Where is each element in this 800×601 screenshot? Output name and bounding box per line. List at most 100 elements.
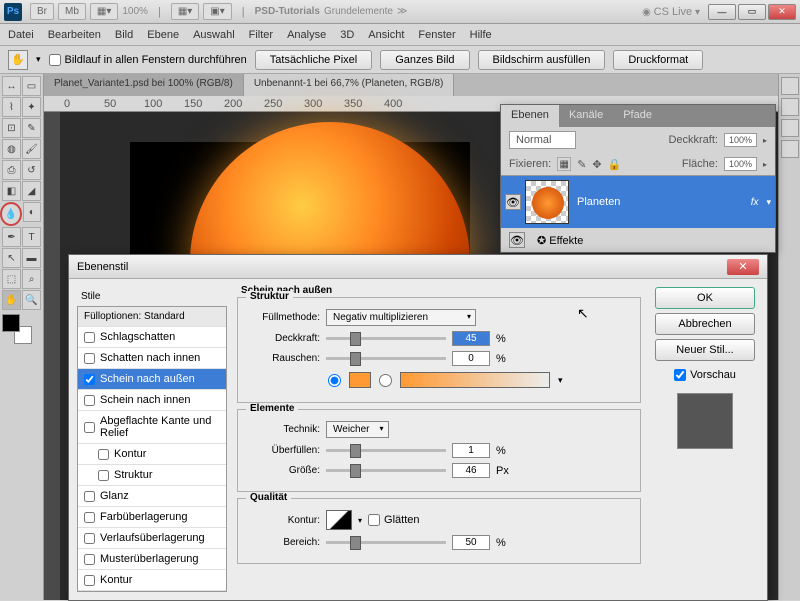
scroll-all-checkbox[interactable]: Bildlauf in allen Fenstern durchführen	[49, 54, 247, 66]
style-verlauf[interactable]: Verlaufsüberlagerung	[78, 528, 226, 549]
history-tool[interactable]: ↺	[22, 160, 41, 180]
blur-tool[interactable]: 💧	[0, 202, 22, 226]
eraser-tool[interactable]: ◧	[2, 181, 21, 201]
style-schlagschatten[interactable]: Schlagschatten	[78, 327, 226, 348]
layer-effects[interactable]: 👁 ✪ Effekte	[501, 228, 775, 252]
size-slider[interactable]	[326, 469, 446, 472]
panel-icon-3[interactable]	[781, 119, 799, 137]
actual-pixels-btn[interactable]: Tatsächliche Pixel	[255, 50, 372, 70]
size-input[interactable]: 46	[452, 463, 490, 478]
layout-btn[interactable]: ▦▾	[90, 3, 118, 20]
lock-trans-icon[interactable]: ▦	[557, 157, 571, 171]
lock-brush-icon[interactable]: ✎	[577, 158, 586, 171]
blend-mode-dropdown[interactable]: Negativ multiplizieren	[326, 309, 476, 326]
menu-hilfe[interactable]: Hilfe	[470, 29, 492, 41]
fx-indicator[interactable]: fx	[751, 197, 759, 208]
lock-all-icon[interactable]: 🔒	[608, 158, 622, 171]
antialias-checkbox[interactable]: Glätten	[368, 514, 419, 526]
gradient-tool[interactable]: ◢	[22, 181, 41, 201]
gradient-swatch[interactable]	[400, 372, 550, 388]
opacity-value[interactable]: 100%	[724, 133, 757, 147]
hand-tool-icon[interactable]: ✋	[8, 50, 28, 70]
menu-datei[interactable]: Datei	[8, 29, 34, 41]
menu-auswahl[interactable]: Auswahl	[193, 29, 235, 41]
spread-slider[interactable]	[326, 449, 446, 452]
style-bevel[interactable]: Abgeflachte Kante und Relief	[78, 411, 226, 444]
menu-filter[interactable]: Filter	[249, 29, 273, 41]
style-muster[interactable]: Musterüberlagerung	[78, 549, 226, 570]
layer-planeten[interactable]: 👁 Planeten fx ▾	[501, 176, 775, 228]
color-swatches[interactable]	[2, 314, 32, 344]
spread-input[interactable]: 1	[452, 443, 490, 458]
dialog-titlebar[interactable]: Ebenenstil ✕	[69, 255, 767, 279]
hand-tool[interactable]: ✋	[2, 290, 21, 310]
heal-tool[interactable]: ◍	[2, 139, 21, 159]
opacity-slider[interactable]	[326, 337, 446, 340]
menu-fenster[interactable]: Fenster	[418, 29, 455, 41]
cancel-button[interactable]: Abbrechen	[655, 313, 755, 335]
fit-screen-btn[interactable]: Ganzes Bild	[380, 50, 469, 70]
stamp-tool[interactable]: ⎙	[2, 160, 21, 180]
menu-analyse[interactable]: Analyse	[287, 29, 326, 41]
style-glanz[interactable]: Glanz	[78, 486, 226, 507]
menu-bearbeiten[interactable]: Bearbeiten	[48, 29, 101, 41]
layer-thumbnail[interactable]	[525, 180, 569, 224]
marquee-tool[interactable]: ▭	[22, 76, 41, 96]
menu-3d[interactable]: 3D	[340, 29, 354, 41]
contour-picker[interactable]	[326, 510, 352, 530]
range-slider[interactable]	[326, 541, 446, 544]
dialog-close-btn[interactable]: ✕	[727, 259, 759, 275]
print-size-btn[interactable]: Druckformat	[613, 50, 703, 70]
eyedropper-tool[interactable]: ✎	[22, 118, 41, 138]
lasso-tool[interactable]: ⌇	[2, 97, 21, 117]
close-btn[interactable]: ✕	[768, 4, 796, 20]
style-farbe[interactable]: Farbüberlagerung	[78, 507, 226, 528]
tab-pfade[interactable]: Pfade	[613, 105, 662, 127]
workspace-psd[interactable]: PSD-Tutorials	[255, 6, 320, 17]
mb-btn[interactable]: Mb	[58, 3, 86, 20]
opacity-input[interactable]: 45	[452, 331, 490, 346]
menu-bild[interactable]: Bild	[115, 29, 133, 41]
fill-screen-btn[interactable]: Bildschirm ausfüllen	[478, 50, 606, 70]
zoom-level[interactable]: 100%	[122, 6, 148, 17]
color-radio[interactable]	[328, 374, 341, 387]
cslive[interactable]: ◉ CS Live ▾	[642, 6, 700, 18]
type-tool[interactable]: T	[22, 227, 41, 247]
range-input[interactable]: 50	[452, 535, 490, 550]
minimize-btn[interactable]: —	[708, 4, 736, 20]
workspace-more[interactable]: ≫	[397, 6, 407, 17]
preview-checkbox[interactable]: Vorschau	[674, 369, 736, 381]
style-struktur-sub[interactable]: Struktur	[78, 465, 226, 486]
panel-icon-2[interactable]	[781, 98, 799, 116]
zoom-tool[interactable]: 🔍	[22, 290, 41, 310]
screen-btn[interactable]: ▣▾	[203, 3, 231, 20]
color-swatch[interactable]	[349, 372, 371, 388]
fill-value[interactable]: 100%	[724, 157, 757, 171]
noise-input[interactable]: 0	[452, 351, 490, 366]
gradient-radio[interactable]	[379, 374, 392, 387]
doc-tab-2[interactable]: Unbenannt-1 bei 66,7% (Planeten, RGB/8)	[244, 74, 455, 96]
tab-kanaele[interactable]: Kanäle	[559, 105, 613, 127]
path-tool[interactable]: ↖	[2, 248, 21, 268]
style-kontur[interactable]: Kontur	[78, 570, 226, 591]
crop-tool[interactable]: ⊡	[2, 118, 21, 138]
move-tool[interactable]: ↔	[2, 76, 21, 96]
style-schein-innen[interactable]: Schein nach innen	[78, 390, 226, 411]
tab-ebenen[interactable]: Ebenen	[501, 105, 559, 127]
menu-ebene[interactable]: Ebene	[147, 29, 179, 41]
camera-tool[interactable]: ⌕	[22, 269, 41, 289]
doc-tab-1[interactable]: Planet_Variante1.psd bei 100% (RGB/8)	[44, 74, 244, 96]
workspace-grund[interactable]: Grundelemente	[324, 6, 393, 17]
style-schatten-innen[interactable]: Schatten nach innen	[78, 348, 226, 369]
wand-tool[interactable]: ✦	[22, 97, 41, 117]
dodge-tool[interactable]: ◐	[23, 202, 41, 222]
pen-tool[interactable]: ✒	[2, 227, 21, 247]
panel-icon-1[interactable]	[781, 77, 799, 95]
lock-move-icon[interactable]: ✥	[592, 158, 601, 171]
3d-tool[interactable]: ⬚	[2, 269, 21, 289]
fx-visibility-icon[interactable]: 👁	[509, 232, 525, 248]
noise-slider[interactable]	[326, 357, 446, 360]
shape-tool[interactable]: ▬	[22, 248, 41, 268]
bridge-btn[interactable]: Br	[30, 3, 54, 20]
visibility-icon[interactable]: 👁	[505, 194, 521, 210]
